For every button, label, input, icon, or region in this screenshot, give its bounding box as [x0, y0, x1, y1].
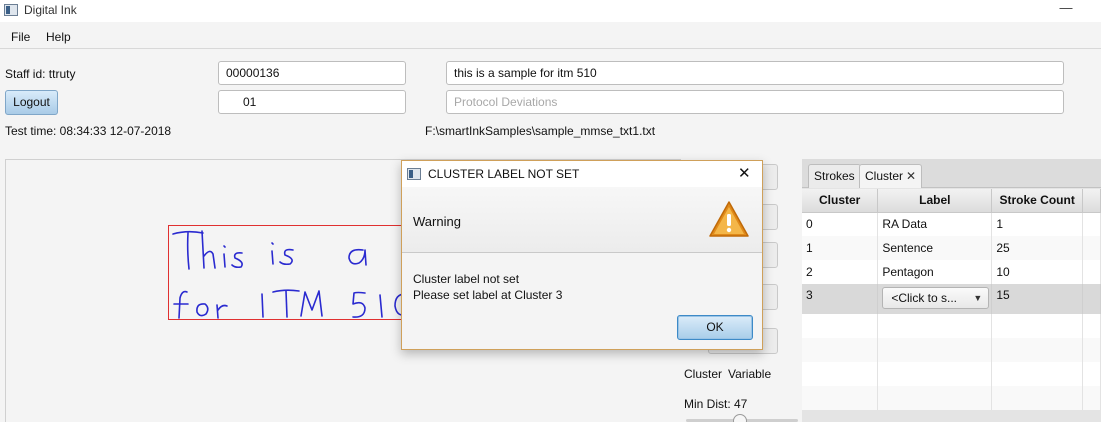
ink-sample-box	[168, 225, 418, 320]
dialog-message-line-2: Please set label at Cluster 3	[413, 288, 563, 302]
cell-filler	[1082, 236, 1101, 260]
min-dist-label: Min Dist: 47	[684, 397, 748, 411]
dialog-app-icon	[407, 168, 421, 180]
menu-bar: File Help	[0, 26, 1101, 48]
ok-button[interactable]: OK	[677, 315, 753, 340]
cell-count: 1	[991, 212, 1084, 236]
window-title: Digital Ink	[24, 3, 77, 17]
dialog-titlebar: CLUSTER LABEL NOT SET ✕	[402, 161, 762, 187]
tab-cluster[interactable]: Cluster ✕	[859, 164, 923, 188]
menu-file[interactable]: File	[11, 30, 30, 44]
test-time-label: Test time: 08:34:33 12-07-2018	[5, 124, 172, 138]
variable-label: Variable	[728, 367, 772, 381]
cell-label: Sentence	[877, 236, 993, 260]
protocol-deviations-input[interactable]: Protocol Deviations	[446, 90, 1064, 114]
warning-icon	[709, 201, 749, 237]
column-header-filler	[1082, 189, 1101, 213]
column-header-label[interactable]: Label	[877, 189, 993, 213]
table-header-row: Cluster Label Stroke Count	[802, 189, 1101, 213]
table-row-empty	[802, 314, 1101, 338]
table-row-selected[interactable]: 3 <Click to s... ▼ 15	[802, 284, 1101, 314]
cell-filler	[1082, 212, 1101, 236]
tab-close-icon[interactable]: ✕	[906, 169, 916, 183]
table-row[interactable]: 0 RA Data 1	[802, 212, 1101, 236]
cell-cluster: 2	[802, 260, 879, 284]
cell-cluster: 3	[802, 284, 879, 314]
dialog-title: CLUSTER LABEL NOT SET	[428, 167, 580, 181]
menu-help[interactable]: Help	[46, 30, 71, 44]
dialog-message-line-1: Cluster label not set	[413, 272, 520, 286]
cluster-table: Cluster Label Stroke Count 0 RA Data 1 1…	[802, 189, 1101, 410]
cell-label: <Click to s... ▼	[877, 284, 993, 314]
min-dist-slider-thumb[interactable]	[733, 414, 747, 422]
column-header-stroke-count[interactable]: Stroke Count	[991, 189, 1084, 213]
menu-divider	[0, 48, 1101, 49]
table-row-empty	[802, 338, 1101, 362]
session-number-field[interactable]: 01	[218, 90, 406, 114]
table-row[interactable]: 1 Sentence 25	[802, 236, 1101, 260]
cell-count: 25	[991, 236, 1084, 260]
column-header-cluster[interactable]: Cluster	[802, 189, 879, 213]
cell-count: 15	[991, 284, 1084, 314]
label-combo-box[interactable]: <Click to s... ▼	[882, 287, 990, 309]
label-combo-value: <Click to s...	[891, 291, 958, 305]
sample-text-field[interactable]: this is a sample for itm 510	[446, 61, 1064, 85]
cell-cluster: 1	[802, 236, 879, 260]
tab-strokes[interactable]: Strokes	[808, 164, 861, 188]
cell-label: Pentagon	[877, 260, 993, 284]
cell-count: 10	[991, 260, 1084, 284]
minimize-button[interactable]: —	[1057, 0, 1075, 20]
dialog-close-icon[interactable]: ✕	[738, 164, 751, 182]
staff-id-label: Staff id: ttruty	[5, 67, 76, 81]
file-path-label: F:\smartInkSamples\sample_mmse_txt1.txt	[425, 124, 656, 138]
tab-cluster-label: Cluster	[865, 169, 904, 183]
cell-label: RA Data	[877, 212, 993, 236]
app-icon	[4, 4, 18, 16]
window-titlebar: Digital Ink —	[0, 0, 1101, 22]
table-row-empty	[802, 362, 1101, 386]
handwriting-strokes	[172, 230, 417, 319]
cell-filler	[1082, 260, 1101, 284]
dialog-header-text: Warning	[413, 214, 461, 229]
cluster-label: Cluster	[684, 367, 723, 381]
table-row[interactable]: 2 Pentagon 10	[802, 260, 1101, 284]
dropdown-arrow-icon: ▼	[973, 293, 983, 303]
logout-button[interactable]: Logout	[5, 90, 58, 115]
cell-filler	[1082, 284, 1101, 314]
tab-strokes-label: Strokes	[814, 169, 855, 183]
table-row-empty	[802, 386, 1101, 410]
cell-cluster: 0	[802, 212, 879, 236]
staff-number-field[interactable]: 00000136	[218, 61, 406, 85]
cluster-label-dialog: CLUSTER LABEL NOT SET ✕ Warning Cluster …	[401, 160, 763, 350]
